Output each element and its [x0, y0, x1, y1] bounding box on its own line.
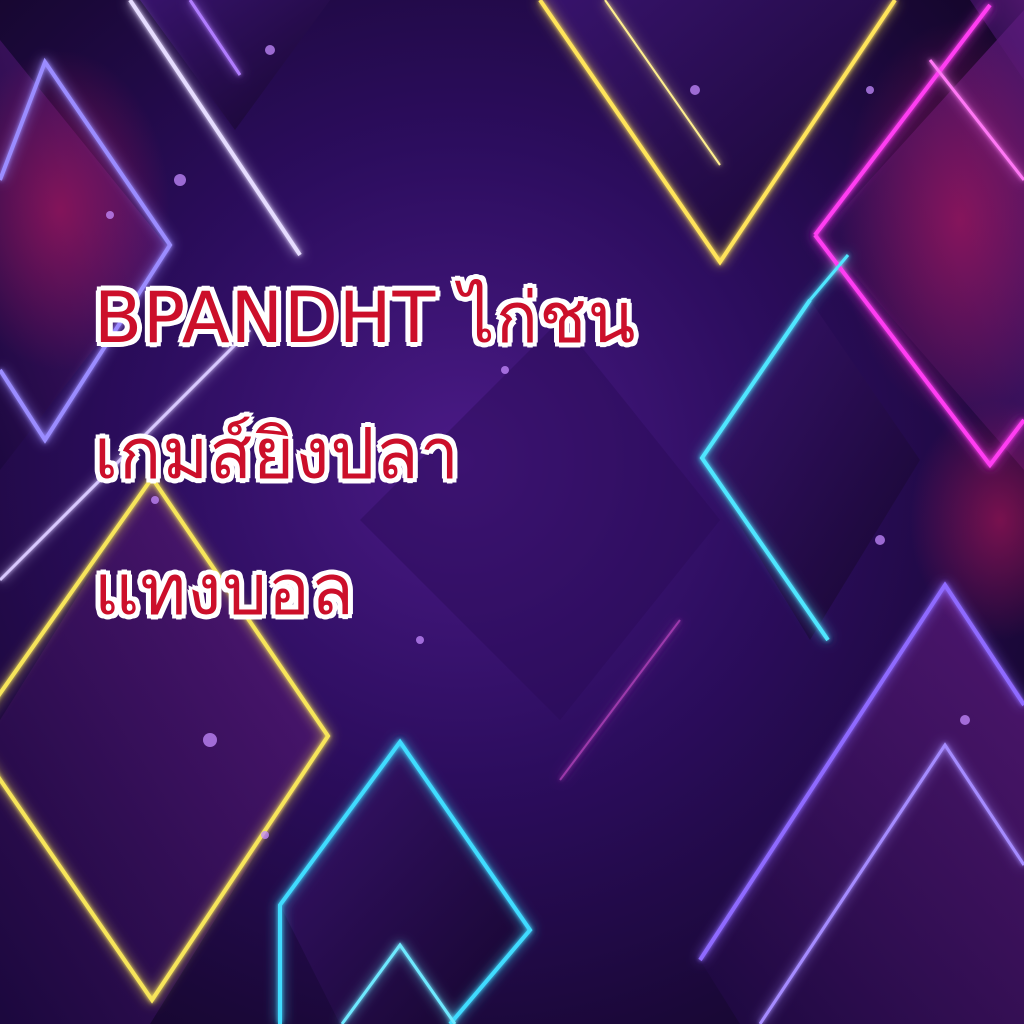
- bokeh-dot: [106, 211, 114, 219]
- bokeh-dot: [875, 535, 885, 545]
- bokeh-dot: [174, 174, 186, 186]
- bokeh-dot: [261, 831, 269, 839]
- bokeh-dot: [265, 45, 275, 55]
- headline: BPANDHT ไก่ชน เกมส์ยิงปลา แทงบอล: [93, 250, 854, 658]
- headline-line-2: เกมส์ยิงปลา: [93, 412, 461, 496]
- headline-line-3: แทงบอล: [93, 548, 355, 632]
- bokeh-dot: [203, 733, 217, 747]
- dark-panel: [280, 745, 530, 1024]
- banner-image: BPANDHT ไก่ชน เกมส์ยิงปลา แทงบอล: [0, 0, 1024, 1024]
- bokeh-dot: [866, 86, 874, 94]
- bokeh-dot: [960, 715, 970, 725]
- headline-line-1: BPANDHT ไก่ชน: [93, 276, 637, 360]
- bokeh-dot: [690, 85, 700, 95]
